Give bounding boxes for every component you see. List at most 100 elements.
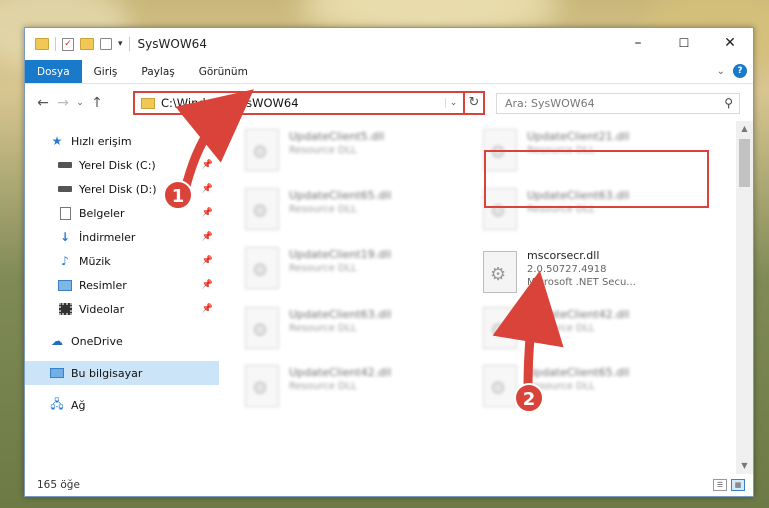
customize-icon[interactable] xyxy=(100,38,112,50)
properties-icon[interactable]: ✓ xyxy=(62,37,74,51)
scroll-down-icon[interactable]: ▼ xyxy=(736,458,753,474)
pin-icon: 📌 xyxy=(201,280,213,290)
toolbar-separator xyxy=(55,37,56,51)
file-name: mscorsecr.dll xyxy=(527,249,600,262)
sidebar-item-label: Resimler xyxy=(79,278,127,292)
tab-file[interactable]: Dosya xyxy=(25,60,82,83)
sidebar-item-label: Hızlı erişim xyxy=(71,134,132,148)
search-placeholder: Ara: SysWOW64 xyxy=(505,97,595,110)
sidebar-item-label: Ağ xyxy=(71,398,86,412)
video-icon xyxy=(57,302,73,316)
sidebar-item-this-pc[interactable]: Bu bilgisayar xyxy=(25,361,219,385)
dll-file-icon: ⚙ xyxy=(245,307,279,349)
dll-file-icon: ⚙ xyxy=(245,247,279,289)
sidebar-item-quick-access[interactable]: ★ Hızlı erişim xyxy=(25,129,219,153)
cloud-icon: ☁ xyxy=(51,334,63,348)
pictures-icon xyxy=(57,278,73,292)
sidebar-item-label: Yerel Disk (D:) xyxy=(79,182,157,196)
sidebar-item-videos[interactable]: Videolar 📌 xyxy=(25,297,219,321)
file-tile-mscorsecr[interactable]: ⚙ mscorsecr.dll 2.0.50727.4918 Microsoft… xyxy=(483,247,703,299)
minimize-button[interactable]: – xyxy=(615,28,661,58)
gear-icon: ⚙ xyxy=(490,378,507,399)
gear-icon: ⚙ xyxy=(252,378,269,399)
scroll-up-icon[interactable]: ▲ xyxy=(736,121,753,137)
sidebar-item-downloads[interactable]: ↓ İndirmeler 📌 xyxy=(25,225,219,249)
gear-icon: ⚙ xyxy=(490,264,507,285)
file-tile[interactable]: ⚙ UpdateClient65.dll Resource DLL xyxy=(479,361,699,413)
tiles-view-icon[interactable]: ▦ xyxy=(731,479,745,491)
sidebar-item-network[interactable]: 🖧 Ağ xyxy=(25,393,219,417)
recent-locations-icon[interactable]: ⌄ xyxy=(73,98,87,108)
file-tile[interactable]: ⚙ UpdateClient65.dll Resource DLL xyxy=(241,184,461,236)
network-icon: 🖧 xyxy=(50,396,64,411)
callout-badge-2: 2 xyxy=(514,383,544,413)
file-tile[interactable]: ⚙ UpdateClient42.dll Resource DLL xyxy=(479,303,699,355)
sidebar-item-pictures[interactable]: Resimler 📌 xyxy=(25,273,219,297)
file-tile[interactable]: ⚙ UpdateClient5.dll Resource DLL xyxy=(241,125,461,177)
folder-icon[interactable] xyxy=(35,38,49,50)
tab-home[interactable]: Giriş xyxy=(82,60,130,83)
sidebar-item-label: Müzik xyxy=(79,254,111,268)
address-path[interactable]: C:\Windows\SysWOW64 xyxy=(161,96,445,110)
back-icon[interactable]: ← xyxy=(33,95,53,111)
star-icon: ★ xyxy=(51,134,63,148)
help-icon[interactable]: ? xyxy=(733,64,747,78)
file-description: Resource DLL xyxy=(289,263,357,274)
file-tile[interactable]: ⚙ UpdateClient42.dll Resource DLL xyxy=(241,361,461,413)
file-name: UpdateClient19.dll xyxy=(289,248,392,261)
new-folder-icon[interactable] xyxy=(80,38,94,50)
quick-access-toolbar: ✓ ▾ xyxy=(25,37,130,51)
forward-icon[interactable]: → xyxy=(53,95,73,111)
details-view-icon[interactable]: ☰ xyxy=(713,479,727,491)
gear-icon: ⚙ xyxy=(252,201,269,222)
title-bar: ✓ ▾ SysWOW64 – ☐ ✕ xyxy=(25,28,753,60)
chevron-down-icon[interactable]: ⌄ xyxy=(445,98,461,108)
gear-icon: ⚙ xyxy=(252,320,269,341)
music-icon: ♪ xyxy=(61,254,69,268)
file-tile[interactable]: ⚙ UpdateClient19.dll Resource DLL xyxy=(241,243,461,295)
file-name: UpdateClient5.dll xyxy=(289,130,385,143)
ribbon-right: ⌄ ? xyxy=(717,64,747,78)
scrollbar-thumb[interactable] xyxy=(739,139,750,187)
sidebar-item-label: İndirmeler xyxy=(79,230,136,244)
gear-icon: ⚙ xyxy=(252,142,269,163)
search-input[interactable]: Ara: SysWOW64 ⚲ xyxy=(496,93,740,114)
sidebar-item-onedrive[interactable]: ☁ OneDrive xyxy=(25,329,219,353)
file-name: UpdateClient42.dll xyxy=(527,308,630,321)
pin-icon: 📌 xyxy=(201,208,213,218)
dll-file-icon: ⚙ xyxy=(245,129,279,171)
close-button[interactable]: ✕ xyxy=(707,28,753,58)
computer-icon xyxy=(49,366,65,380)
drive-icon xyxy=(57,158,73,172)
pin-icon: 📌 xyxy=(201,184,213,194)
refresh-button[interactable]: ↻ xyxy=(463,91,485,115)
up-icon[interactable]: ↑ xyxy=(87,95,107,111)
sidebar-item-music[interactable]: ♪ Müzik 📌 xyxy=(25,249,219,273)
search-icon[interactable]: ⚲ xyxy=(724,96,733,110)
tab-view[interactable]: Görünüm xyxy=(187,60,260,83)
file-name: UpdateClient65.dll xyxy=(289,189,392,202)
item-count: 165 öğe xyxy=(37,479,80,491)
pin-icon: 📌 xyxy=(201,160,213,170)
window-title: SysWOW64 xyxy=(137,37,207,51)
sidebar-item-local-disk-c[interactable]: Yerel Disk (C:) 📌 xyxy=(25,153,219,177)
file-name: UpdateClient65.dll xyxy=(527,366,630,379)
documents-icon xyxy=(57,206,73,220)
maximize-button[interactable]: ☐ xyxy=(661,28,707,58)
view-switcher: ☰ ▦ xyxy=(713,479,745,491)
sidebar-item-label: Yerel Disk (C:) xyxy=(79,158,156,172)
address-bar[interactable]: C:\Windows\SysWOW64 ⌄ xyxy=(133,91,485,115)
file-tile[interactable]: ⚙ UpdateClient63.dll Resource DLL xyxy=(241,303,461,355)
dll-file-icon: ⚙ xyxy=(483,365,517,407)
chevron-down-icon[interactable]: ▾ xyxy=(118,39,123,49)
dll-file-icon: ⚙ xyxy=(483,307,517,349)
gear-icon: ⚙ xyxy=(490,320,507,341)
pin-icon: 📌 xyxy=(201,256,213,266)
file-version: 2.0.50727.4918 xyxy=(527,264,607,275)
tab-share[interactable]: Paylaş xyxy=(129,60,186,83)
sidebar-item-documents[interactable]: Belgeler 📌 xyxy=(25,201,219,225)
vertical-scrollbar[interactable]: ▲ ▼ xyxy=(736,121,753,474)
chevron-down-icon[interactable]: ⌄ xyxy=(717,66,725,77)
sidebar-item-label: Belgeler xyxy=(79,206,125,220)
dll-file-icon: ⚙ xyxy=(245,188,279,230)
